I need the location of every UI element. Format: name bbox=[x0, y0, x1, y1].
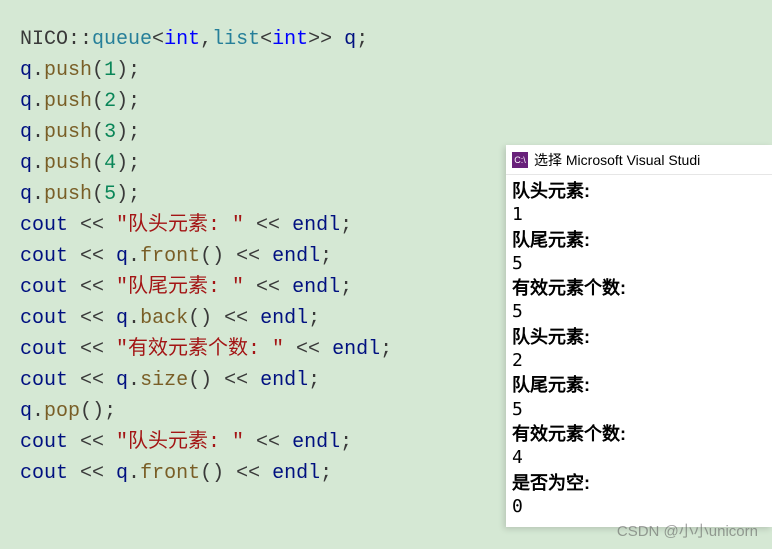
code-line: NICO::queue<int,list<int>> q; bbox=[20, 24, 752, 55]
code-line: q.push(3); bbox=[20, 117, 752, 148]
console-title: 选择 Microsoft Visual Studi bbox=[534, 150, 700, 170]
code-line: q.push(1); bbox=[20, 55, 752, 86]
console-output-value: 5 bbox=[512, 252, 766, 276]
vs-console-icon: C:\ bbox=[512, 152, 528, 168]
console-titlebar[interactable]: C:\ 选择 Microsoft Visual Studi bbox=[506, 145, 772, 175]
console-output-value: 0 bbox=[512, 495, 766, 519]
console-output-value: 5 bbox=[512, 398, 766, 422]
console-output-label: 队头元素: bbox=[512, 179, 766, 203]
console-output-value: 2 bbox=[512, 349, 766, 373]
console-output-value: 4 bbox=[512, 446, 766, 470]
console-output-value: 1 bbox=[512, 203, 766, 227]
watermark: CSDN @小小unicorn bbox=[617, 520, 758, 541]
console-output-label: 有效元素个数: bbox=[512, 276, 766, 300]
console-output-label: 队尾元素: bbox=[512, 373, 766, 397]
console-output-value: 5 bbox=[512, 300, 766, 324]
console-window: C:\ 选择 Microsoft Visual Studi 队头元素:1队尾元素… bbox=[506, 145, 772, 527]
console-output-label: 队头元素: bbox=[512, 325, 766, 349]
console-body: 队头元素:1队尾元素:5有效元素个数:5队头元素:2队尾元素:5有效元素个数:4… bbox=[506, 175, 772, 527]
console-output-label: 队尾元素: bbox=[512, 228, 766, 252]
code-line: q.push(2); bbox=[20, 86, 752, 117]
console-output-label: 是否为空: bbox=[512, 471, 766, 495]
console-output-label: 有效元素个数: bbox=[512, 422, 766, 446]
